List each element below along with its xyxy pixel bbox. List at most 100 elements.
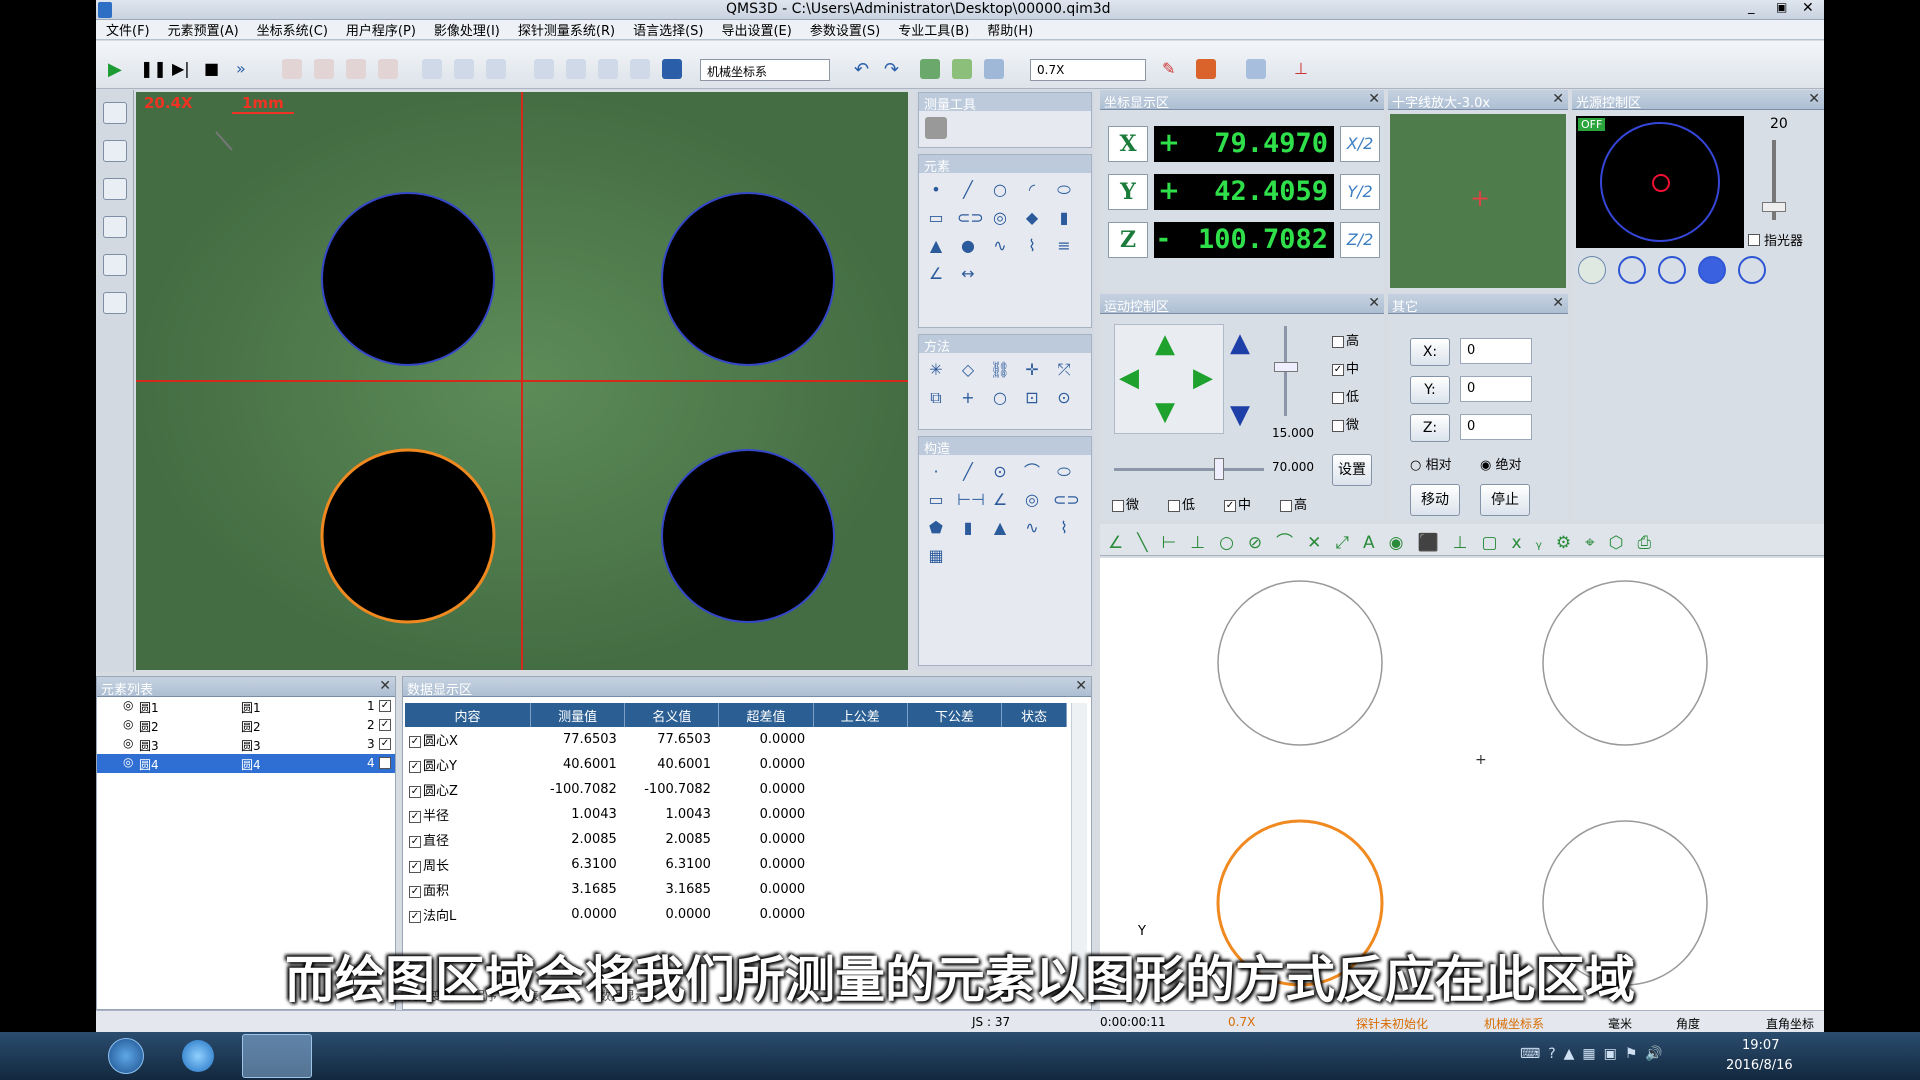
pointer-checkbox[interactable]: [1748, 234, 1760, 246]
c-width-icon[interactable]: ⊢⊣: [957, 489, 985, 511]
speed-fine-option[interactable]: 微: [1332, 414, 1359, 433]
excel-icon[interactable]: [952, 59, 972, 79]
element-list-item[interactable]: ◎ 圆4 圆4 4 ✓: [97, 754, 395, 773]
axis-tool-icon[interactable]: ⊥: [1294, 59, 1314, 79]
element-checkbox[interactable]: ✓: [379, 719, 391, 731]
light-slider-thumb[interactable]: [1762, 202, 1786, 212]
row-checkbox[interactable]: ✓: [409, 785, 421, 798]
c-ring-icon[interactable]: ◎: [1021, 489, 1043, 511]
browser-icon[interactable]: [182, 1040, 214, 1072]
freeform-icon[interactable]: ⌇: [1021, 235, 1043, 257]
column-header[interactable]: 内容: [405, 703, 532, 727]
axis-a-icon[interactable]: [422, 59, 442, 79]
tray-icons[interactable]: ⌨?▲▦▣⚑🔊: [1520, 1046, 1671, 1062]
z-half-button[interactable]: Z/2: [1340, 222, 1380, 258]
draw-tools-icon[interactable]: ∠╲⊢⊥○⊘⌒✕⤢A◉⬛⊥▢xᵧ⚙⌖⬡⎙: [1108, 533, 1665, 553]
pause-icon[interactable]: ❚❚: [140, 59, 167, 79]
axis-z-button[interactable]: Z: [1108, 222, 1148, 258]
speed-thumb[interactable]: [1214, 458, 1224, 480]
c-arc-icon[interactable]: ⌒: [1021, 461, 1043, 483]
absolute-radio[interactable]: ◉ 绝对: [1480, 454, 1522, 473]
y-input[interactable]: 0: [1460, 376, 1532, 402]
x-half-button[interactable]: X/2: [1340, 126, 1380, 162]
column-header[interactable]: 名义值: [624, 703, 720, 727]
close-icon[interactable]: ✕: [1808, 91, 1820, 107]
light-mode-ring-icon[interactable]: [1578, 256, 1606, 284]
c-circle-icon[interactable]: ⊙: [989, 461, 1011, 483]
circle-icon[interactable]: ○: [989, 179, 1011, 201]
row-checkbox[interactable]: ✓: [409, 760, 421, 773]
undo-icon[interactable]: ↶: [854, 59, 874, 80]
axis-b-icon[interactable]: [454, 59, 474, 79]
menu-item[interactable]: 影像处理(I): [434, 20, 500, 39]
c-slot-icon[interactable]: ⊂⊃: [1053, 489, 1080, 511]
rect-icon[interactable]: ▭: [925, 207, 947, 229]
b-speed-high[interactable]: 高: [1280, 494, 1307, 513]
axis-x-button[interactable]: X: [1108, 126, 1148, 162]
menu-item[interactable]: 导出设置(E): [721, 20, 791, 39]
table-row[interactable]: ✓ 直径 2.0085 2.0085 0.0000: [405, 827, 1067, 852]
ring-icon[interactable]: ◎: [989, 207, 1011, 229]
auto-edge-icon[interactable]: ✳: [925, 359, 947, 381]
z-up-button[interactable]: ▲: [1230, 328, 1250, 358]
close-icon[interactable]: ✕: [379, 678, 391, 694]
row-checkbox[interactable]: ✓: [409, 860, 421, 873]
move-button[interactable]: 移动: [1410, 484, 1460, 516]
menu-item[interactable]: 元素预置(A): [168, 20, 239, 39]
light-mode-sector-icon[interactable]: [1658, 256, 1686, 284]
speed-high-option[interactable]: 高: [1332, 330, 1359, 349]
probe-x-icon[interactable]: [282, 59, 302, 79]
axis-d-icon[interactable]: [534, 59, 554, 79]
arc-icon[interactable]: ◜: [1021, 179, 1043, 201]
menu-item[interactable]: 语言选择(S): [633, 20, 703, 39]
row-checkbox[interactable]: ✓: [409, 835, 421, 848]
column-header[interactable]: 上公差: [813, 703, 908, 727]
speed-track[interactable]: [1114, 468, 1264, 471]
circle-fit-icon[interactable]: ○: [989, 387, 1011, 409]
jog-down-button[interactable]: ▼: [1155, 397, 1175, 427]
jog-right-button[interactable]: ▶: [1193, 363, 1213, 393]
chart-icon[interactable]: [920, 59, 940, 79]
menu-item[interactable]: 探针测量系统(R): [518, 20, 615, 39]
home-icon[interactable]: [1196, 59, 1216, 79]
axis-c-icon[interactable]: [486, 59, 506, 79]
box-icon[interactable]: ⊡: [1021, 387, 1043, 409]
table-row[interactable]: ✓ 圆心X 77.6503 77.6503 0.0000: [405, 727, 1067, 752]
play-icon[interactable]: ▶: [108, 59, 128, 80]
table-row[interactable]: ✓ 周长 6.3100 6.3100 0.0000: [405, 852, 1067, 877]
x-label-button[interactable]: X:: [1410, 338, 1450, 366]
line-icon[interactable]: ╱: [957, 179, 979, 201]
c-plane-icon[interactable]: ⬟: [925, 517, 947, 539]
menu-item[interactable]: 参数设置(S): [810, 20, 880, 39]
fast-forward-icon[interactable]: »: [236, 59, 256, 79]
c-point-icon[interactable]: ·: [925, 461, 947, 483]
table-row[interactable]: ✓ 圆心Z -100.7082 -100.7082 0.0000: [405, 777, 1067, 802]
pin-icon[interactable]: ✎: [1162, 59, 1182, 79]
light-tool-icon[interactable]: [102, 140, 127, 162]
table-row[interactable]: ✓ 圆心Y 40.6001 40.6001 0.0000: [405, 752, 1067, 777]
table-row[interactable]: ✓ 法向L 0.0000 0.0000 0.0000: [405, 902, 1067, 927]
camera-icon[interactable]: [925, 117, 947, 139]
z-down-button[interactable]: ▼: [1230, 400, 1250, 430]
light-mode-quad-icon[interactable]: [1618, 256, 1646, 284]
target-icon[interactable]: ⊙: [1053, 387, 1075, 409]
set-button[interactable]: 设置: [1332, 454, 1372, 486]
close-icon[interactable]: ✕: [1552, 91, 1564, 107]
c-curve-icon[interactable]: ∿: [1021, 517, 1043, 539]
c-cone-icon[interactable]: ▲: [989, 517, 1011, 539]
off-badge[interactable]: OFF: [1578, 118, 1606, 131]
layout-tool-icon[interactable]: [102, 292, 127, 314]
camera-view[interactable]: 20.4X 1mm: [136, 92, 908, 670]
y-label-button[interactable]: Y:: [1410, 376, 1450, 404]
qms-taskbar-icon[interactable]: [242, 1034, 312, 1078]
close-icon[interactable]: ✕: [1552, 295, 1564, 311]
menu-item[interactable]: 坐标系统(C): [257, 20, 328, 39]
element-list-item[interactable]: ◎ 圆2 圆2 2 ✓: [97, 716, 395, 735]
element-list-item[interactable]: ◎ 圆1 圆1 1 ✓: [97, 697, 395, 716]
close-icon[interactable]: ✕: [1075, 678, 1087, 694]
column-header[interactable]: 下公差: [907, 703, 1003, 727]
b-speed-low[interactable]: 低: [1168, 494, 1195, 513]
start-button[interactable]: [108, 1038, 144, 1074]
link-icon[interactable]: ⛓: [989, 359, 1011, 381]
c-line-icon[interactable]: ╱: [957, 461, 979, 483]
